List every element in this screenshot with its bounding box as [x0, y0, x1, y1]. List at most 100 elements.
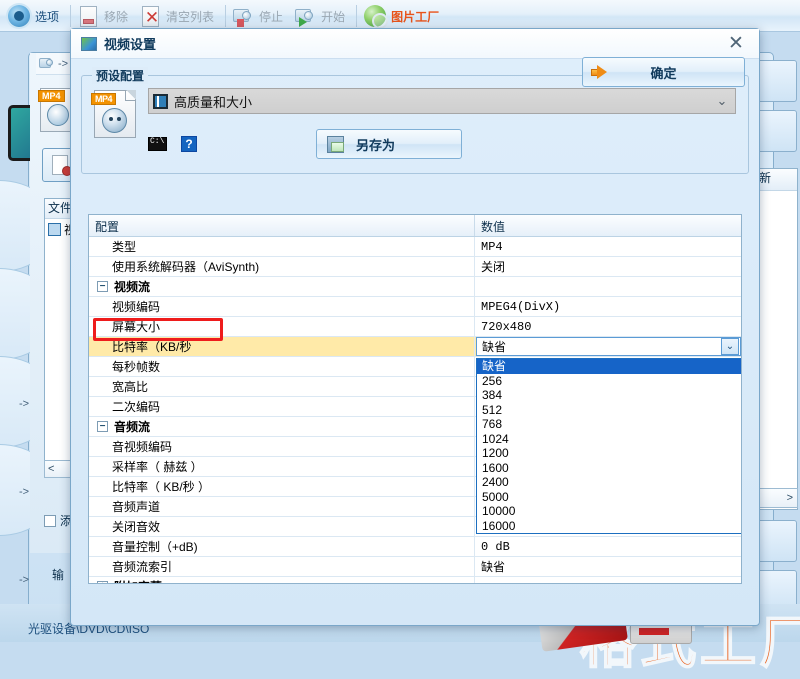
- setting-name-cell[interactable]: 二次编码: [89, 397, 475, 416]
- dropdown-option[interactable]: 768: [477, 417, 741, 432]
- setting-value-cell[interactable]: 缺省: [475, 557, 741, 576]
- toolbar-item-clear-list[interactable]: ✕ 清空列表: [136, 1, 222, 31]
- setting-name-cell[interactable]: 比特率（KB/秒: [89, 337, 475, 356]
- setting-name-cell[interactable]: 使用系统解码器（AviSynth): [89, 257, 475, 276]
- preset-combo[interactable]: 高质量和大小 ⌄: [148, 88, 736, 114]
- arrow-right-icon: [591, 65, 607, 80]
- background-right-panel: 新: [756, 168, 798, 510]
- table-row[interactable]: 类型MP4: [89, 237, 741, 257]
- dropdown-option[interactable]: 缺省: [477, 359, 741, 374]
- setting-value-cell[interactable]: MP4: [475, 237, 741, 256]
- chevron-down-icon[interactable]: ⌄: [721, 338, 739, 355]
- setting-label: 二次编码: [89, 398, 160, 415]
- table-row[interactable]: 音频流索引 缺省: [89, 557, 741, 577]
- table-row[interactable]: +附加字幕: [89, 577, 741, 584]
- command-line-icon[interactable]: [148, 137, 167, 151]
- setting-name-cell[interactable]: 音频声道: [89, 497, 475, 516]
- table-row[interactable]: 屏幕大小 720x480: [89, 317, 741, 337]
- help-icon[interactable]: ?: [181, 136, 197, 152]
- setting-label: 比特率（KB/秒: [89, 338, 191, 355]
- dropdown-option[interactable]: 10000: [477, 504, 741, 519]
- toolbar-item-stop[interactable]: 停止: [229, 1, 291, 31]
- toolbar-item-remove[interactable]: 移除: [74, 1, 136, 31]
- setting-label: 关闭音效: [89, 518, 160, 535]
- arrow-label: ->: [19, 574, 29, 586]
- setting-value-cell[interactable]: 0 dB: [475, 537, 741, 556]
- dropdown-option[interactable]: 16000: [477, 519, 741, 534]
- table-row[interactable]: 使用系统解码器（AviSynth)关闭: [89, 257, 741, 277]
- setting-name-cell[interactable]: 视频编码: [89, 297, 475, 316]
- chevron-down-icon[interactable]: ⌄: [713, 93, 731, 109]
- setting-value-cell[interactable]: [475, 277, 741, 296]
- background-right-button-1[interactable]: [757, 60, 797, 102]
- preset-config-group: 预设配置 MP4 高质量和大小 ⌄ ?: [81, 75, 749, 174]
- toolbar-item-options[interactable]: 选项: [4, 1, 67, 31]
- start-camera-icon: [295, 6, 316, 26]
- toolbar-label-options: 选项: [35, 8, 59, 25]
- table-row[interactable]: 视频编码MPEG4(DivX): [89, 297, 741, 317]
- arrow-label: ->: [19, 486, 29, 498]
- background-right-button-3[interactable]: [757, 520, 797, 562]
- setting-name-cell[interactable]: 音量控制（+dB): [89, 537, 475, 556]
- dialog-title: 视频设置: [104, 34, 156, 53]
- toolbar-item-picture-factory[interactable]: 图片工厂: [360, 1, 447, 31]
- setting-value-cell[interactable]: [475, 577, 741, 584]
- clear-list-icon: ✕: [142, 6, 159, 27]
- checkbox[interactable]: [44, 515, 56, 527]
- setting-label: 宽高比: [89, 378, 148, 395]
- setting-name-cell[interactable]: +附加字幕: [89, 577, 475, 584]
- table-row[interactable]: −视频流: [89, 277, 741, 297]
- background-right-button-2[interactable]: [757, 110, 797, 152]
- column-header-value[interactable]: 数值: [475, 215, 741, 236]
- setting-value-cell[interactable]: MPEG4(DivX): [475, 297, 741, 316]
- ok-button[interactable]: 确定: [582, 57, 745, 87]
- dropdown-option[interactable]: 384: [477, 388, 741, 403]
- setting-name-cell[interactable]: 采样率（ 赫兹 ）: [89, 457, 475, 476]
- setting-name-cell[interactable]: 每秒帧数: [89, 357, 475, 376]
- toolbar-label-clear-list: 清空列表: [166, 8, 214, 25]
- setting-name-cell[interactable]: 音频流索引: [89, 557, 475, 576]
- arrow-label: ->: [19, 398, 29, 410]
- scroll-left-icon[interactable]: <: [48, 463, 54, 475]
- dropdown-option[interactable]: 256: [477, 374, 741, 389]
- toolbar-item-start[interactable]: 开始: [291, 1, 353, 31]
- setting-value-cell[interactable]: 720x480: [475, 317, 741, 336]
- background-add-checkbox-row[interactable]: 添: [44, 512, 72, 529]
- column-header-config[interactable]: 配置: [89, 215, 475, 236]
- table-row[interactable]: 音量控制（+dB)0 dB: [89, 537, 741, 557]
- bitrate-combo[interactable]: 缺省⌄: [476, 337, 741, 356]
- background-right-panel-header: 新: [757, 169, 797, 191]
- dropdown-option[interactable]: 2400: [477, 475, 741, 490]
- setting-name-cell[interactable]: 音视频编码: [89, 437, 475, 456]
- floppy-disk-icon: [327, 136, 344, 153]
- dropdown-option[interactable]: 1200: [477, 446, 741, 461]
- setting-label: 屏幕大小: [89, 318, 160, 335]
- toolbar-label-start: 开始: [321, 8, 345, 25]
- expand-icon[interactable]: +: [97, 581, 108, 584]
- bitrate-dropdown-list[interactable]: 缺省25638451276810241200160024005000100001…: [476, 358, 742, 534]
- setting-label: 音频流索引: [89, 558, 172, 575]
- dropdown-option[interactable]: 1600: [477, 461, 741, 476]
- background-right-scrollbar[interactable]: >: [756, 488, 798, 508]
- setting-value-cell[interactable]: 关闭: [475, 257, 741, 276]
- setting-label: 每秒帧数: [89, 358, 160, 375]
- setting-name-cell[interactable]: 关闭音效: [89, 517, 475, 536]
- close-icon[interactable]: ✕: [719, 31, 753, 57]
- setting-name-cell[interactable]: 比特率（ KB/秒 ）: [89, 477, 475, 496]
- dropdown-option[interactable]: 1024: [477, 432, 741, 447]
- setting-name-cell[interactable]: −音频流: [89, 417, 475, 436]
- setting-label: 音频声道: [89, 498, 160, 515]
- video-settings-icon: [81, 37, 97, 51]
- setting-name-cell[interactable]: 屏幕大小: [89, 317, 475, 336]
- preset-config-legend: 预设配置: [92, 67, 148, 84]
- collapse-icon[interactable]: −: [97, 281, 108, 292]
- settings-grid-header: 配置 数值: [89, 215, 741, 237]
- setting-name-cell[interactable]: 宽高比: [89, 377, 475, 396]
- setting-name-cell[interactable]: 类型: [89, 237, 475, 256]
- save-as-button[interactable]: 另存为: [316, 129, 462, 159]
- dropdown-option[interactable]: 512: [477, 403, 741, 418]
- setting-name-cell[interactable]: −视频流: [89, 277, 475, 296]
- collapse-icon[interactable]: −: [97, 421, 108, 432]
- dropdown-option[interactable]: 5000: [477, 490, 741, 505]
- table-row[interactable]: 比特率（KB/秒 缺省⌄: [89, 337, 741, 357]
